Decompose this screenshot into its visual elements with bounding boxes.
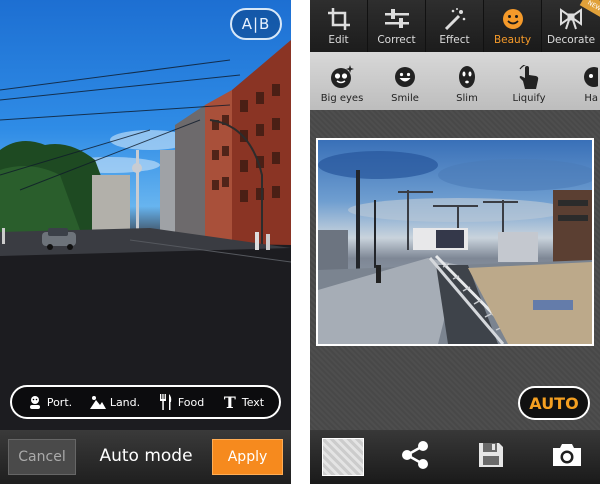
mode-landscape[interactable]: Land. [89,394,141,410]
mode-food[interactable]: Food [158,394,204,410]
mode-portrait[interactable]: Port. [27,394,72,410]
tool-hair[interactable]: Ha [560,52,598,110]
auto-enhance-button[interactable]: AUTO [518,386,590,420]
tab-effect[interactable]: Effect [426,0,484,52]
scene-mode-bar: Port. Land. Food T Text [10,385,281,419]
ab-toggle-label: A|B [241,15,271,33]
landscape-icon [89,394,106,410]
magic-wand-icon [443,6,467,32]
smiley-icon [502,6,524,32]
bow-icon [558,6,584,32]
editor-workspace: AUTO [310,110,600,430]
tab-effect-label: Effect [439,34,470,46]
tab-decorate-label: Decorate [546,34,596,46]
tab-edit[interactable]: Edit [310,0,368,52]
auto-mode-action-bar: Cancel Auto mode Apply [0,430,291,484]
editor-bottom-bar [310,430,600,484]
camera-icon [551,442,583,472]
tab-edit-label: Edit [328,34,349,46]
sliders-icon [384,6,409,32]
share-icon [400,440,430,474]
tool-liquify[interactable]: Liquify [498,52,560,110]
text-t-icon: T [223,392,236,412]
tab-beauty-label: Beauty [493,34,532,46]
tool-big-eyes-label: Big eyes [320,93,364,104]
hand-pointer-icon [518,64,540,90]
tool-liquify-label: Liquify [512,93,546,104]
tab-correct[interactable]: Correct [368,0,426,52]
street-photo-preview: A|B Port. Land. Food T Text [0,0,291,430]
tool-slim[interactable]: Slim [436,52,498,110]
mode-landscape-label: Land. [109,395,141,409]
tool-big-eyes[interactable]: Big eyes [310,52,374,110]
crop-icon [327,6,350,32]
mode-text[interactable]: T Text [222,392,265,412]
beauty-tool-bar: Big eyes Smile Slim Liquify Ha [310,52,600,110]
beauty-editor-screen: Edit Correct Effect Beauty NEW Decorate … [310,0,600,484]
tab-decorate[interactable]: NEW Decorate [542,0,600,52]
screen-title: Auto mode [99,446,193,466]
ab-compare-toggle[interactable]: A|B [230,8,282,40]
share-button[interactable] [386,430,444,484]
mode-food-label: Food [177,395,205,409]
apply-button[interactable]: Apply [212,439,283,475]
tool-smile-label: Smile [391,93,419,104]
fork-knife-icon [158,394,174,410]
slim-face-icon [458,64,476,90]
tool-hair-label: Ha [584,93,598,104]
mode-portrait-label: Port. [46,395,73,409]
portrait-icon [27,394,43,410]
smile-icon [394,64,416,90]
street-scene-illustration [0,40,291,430]
main-tab-bar: Edit Correct Effect Beauty NEW Decorate [310,0,600,52]
hair-icon [580,64,598,90]
tab-beauty[interactable]: Beauty [484,0,542,52]
cancel-button[interactable]: Cancel [8,439,76,475]
save-button[interactable] [462,430,520,484]
screenshot-canvas: A|B Port. Land. Food T Text Cancel Auto … [0,0,600,484]
thumbnail-button[interactable] [314,430,372,484]
camera-button[interactable] [538,430,596,484]
save-icon [477,441,505,473]
mode-text-label: Text [241,395,265,409]
bridge-scene-illustration [318,151,592,344]
auto-mode-screen: A|B Port. Land. Food T Text Cancel Auto … [0,0,291,484]
big-eyes-icon [330,64,354,90]
tool-smile[interactable]: Smile [374,52,436,110]
tab-correct-label: Correct [377,34,416,46]
image-thumbnail [322,438,364,476]
editing-photo[interactable] [316,138,594,346]
tool-slim-label: Slim [456,93,478,104]
